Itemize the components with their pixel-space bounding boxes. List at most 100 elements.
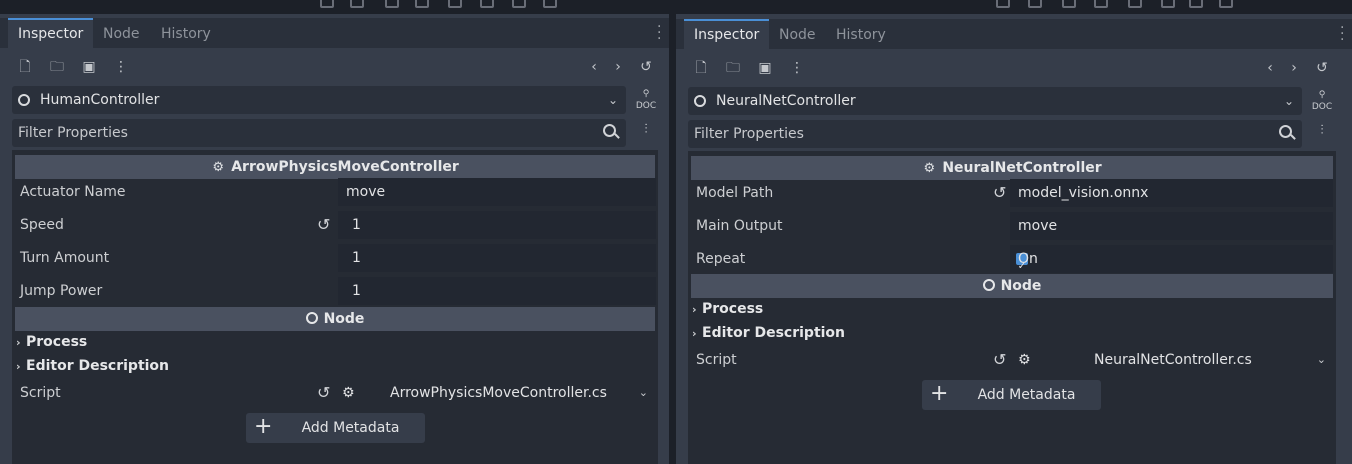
reset-icon[interactable]: ↺ — [993, 344, 1006, 376]
script-picker[interactable]: ⚙ ArrowPhysicsMoveController.cs ⌄ — [338, 377, 658, 409]
chevron-left-icon[interactable]: ‹ — [1261, 59, 1279, 77]
property-label: Main Output — [696, 218, 783, 234]
group-label: Editor Description — [26, 358, 170, 374]
tab-node[interactable]: Node — [93, 20, 150, 48]
chevron-down-icon: ⌄ — [607, 93, 618, 107]
object-selector[interactable]: NeuralNetController ⌄ — [688, 87, 1302, 115]
toolbar-icon[interactable] — [1062, 0, 1076, 8]
toolbar-icon[interactable] — [1161, 0, 1175, 8]
node-section-header: Node — [15, 307, 655, 331]
object-name: NeuralNetController — [716, 93, 856, 109]
section-title: NeuralNetController — [942, 160, 1102, 176]
tab-inspector[interactable]: Inspector — [8, 18, 94, 50]
toolbar-icon[interactable] — [1028, 0, 1042, 8]
property-script: Script ↺ ⚙ ArrowPhysicsMoveController.cs… — [12, 377, 658, 409]
chevron-right-icon[interactable]: › — [609, 58, 627, 76]
jump-power-field[interactable]: 1 — [338, 277, 656, 305]
script-picker[interactable]: ⚙ NeuralNetController.cs ⌄ — [1014, 344, 1336, 376]
toolbar-icon[interactable] — [1219, 0, 1233, 8]
object-selector[interactable]: HumanController ⌄ — [12, 86, 626, 114]
open-icon[interactable]: 🗀 — [48, 58, 66, 76]
inspector-content: ⚙ ArrowPhysicsMoveController Actuator Nam… — [12, 150, 658, 464]
section-title: ArrowPhysicsMoveController — [231, 159, 459, 175]
history-icon[interactable]: ↺ — [1313, 59, 1331, 77]
speed-field[interactable]: 1 — [338, 211, 656, 239]
chevron-right-icon: › — [16, 360, 21, 373]
chevron-left-icon[interactable]: ‹ — [585, 58, 603, 76]
property-model-path: Model Path ↺ model_vision.onnx — [688, 177, 1336, 209]
script-gear-icon: ⚙ — [342, 385, 355, 401]
filter-properties-input[interactable]: Filter Properties — [12, 119, 626, 147]
filter-properties-input[interactable]: Filter Properties — [688, 120, 1302, 148]
tab-history[interactable]: History — [826, 21, 896, 49]
inspector-content: ⚙ NeuralNetController Model Path ↺ model_… — [688, 151, 1336, 464]
filter-options-icon[interactable]: ⫶ — [636, 122, 656, 142]
process-group[interactable]: › Process — [688, 297, 1336, 321]
property-value: 1 — [352, 250, 361, 266]
property-jump-power: Jump Power 1 — [12, 275, 658, 307]
section-title: Node — [1000, 278, 1042, 294]
toolbar-icon[interactable] — [512, 0, 526, 8]
toolbar-icon[interactable] — [543, 0, 557, 8]
toolbar-icon[interactable] — [320, 0, 334, 8]
section-title: Node — [323, 311, 365, 327]
group-label: Process — [26, 334, 88, 350]
chevron-right-icon: › — [16, 336, 21, 349]
node-icon — [694, 95, 706, 107]
reset-icon[interactable]: ↺ — [317, 209, 330, 241]
editor-toolbar-strip — [0, 0, 669, 14]
open-icon[interactable]: 🗀 — [724, 59, 742, 77]
doc-icon[interactable]: ⚲ DOC — [635, 88, 657, 112]
editor-description-group[interactable]: › Editor Description — [12, 354, 658, 378]
model-path-field[interactable]: model_vision.onnx — [1010, 179, 1333, 207]
inspector-toolbar: 🗋 🗀 ▣ ⋮ ‹ › ↺ — [676, 53, 1352, 83]
inspector-panel-left: Inspector Node History · · · 🗋 🗀 ▣ ⋮ ‹ › ↺… — [0, 0, 669, 464]
toolbar-icon[interactable] — [1128, 0, 1142, 8]
editor-description-group[interactable]: › Editor Description — [688, 321, 1336, 345]
chevron-right-icon: › — [692, 327, 697, 340]
main-output-field[interactable]: move — [1010, 212, 1333, 240]
doc-icon[interactable]: ⚲ DOC — [1311, 89, 1333, 113]
property-value: model_vision.onnx — [1018, 185, 1149, 201]
repeat-checkbox[interactable]: ✓ On — [1010, 245, 1333, 273]
toolbar-icon[interactable] — [385, 0, 399, 8]
actuator-name-field[interactable]: move — [338, 178, 656, 206]
toolbar-icon[interactable] — [480, 0, 494, 8]
tab-history[interactable]: History — [151, 20, 221, 48]
filter-options-icon[interactable]: ⫶ — [1312, 123, 1332, 143]
add-metadata-label: Add Metadata — [301, 420, 400, 436]
toolbar-icon[interactable] — [1094, 0, 1108, 8]
property-label: Model Path — [696, 185, 774, 201]
turn-amount-field[interactable]: 1 — [338, 244, 656, 272]
toolbar-icon[interactable] — [415, 0, 429, 8]
chevron-down-icon: ⌄ — [1316, 353, 1326, 366]
toolbar-icon[interactable] — [448, 0, 462, 8]
search-icon — [1279, 125, 1292, 138]
history-icon[interactable]: ↺ — [637, 58, 655, 76]
add-metadata-button[interactable]: + Add Metadata — [246, 413, 425, 443]
dock-menu-icon[interactable]: · · · — [1340, 21, 1344, 47]
toolbar-icon[interactable] — [996, 0, 1010, 8]
add-metadata-button[interactable]: + Add Metadata — [922, 380, 1101, 410]
reset-icon[interactable]: ↺ — [993, 177, 1006, 209]
save-icon[interactable]: ▣ — [80, 58, 98, 76]
inspector-toolbar: 🗋 🗀 ▣ ⋮ ‹ › ↺ — [0, 52, 669, 82]
chevron-right-icon[interactable]: › — [1285, 59, 1303, 77]
chevron-right-icon: › — [692, 303, 697, 316]
more-icon[interactable]: ⋮ — [112, 58, 130, 76]
dock-menu-icon[interactable]: · · · — [657, 20, 661, 46]
property-label: Script — [696, 352, 737, 368]
process-group[interactable]: › Process — [12, 330, 658, 354]
tab-node[interactable]: Node — [769, 21, 826, 49]
new-resource-icon[interactable]: 🗋 — [692, 59, 710, 77]
more-icon[interactable]: ⋮ — [788, 59, 806, 77]
property-script: Script ↺ ⚙ NeuralNetController.cs ⌄ — [688, 344, 1336, 376]
new-resource-icon[interactable]: 🗋 — [16, 58, 34, 76]
toolbar-icon[interactable] — [1189, 0, 1203, 8]
reset-icon[interactable]: ↺ — [317, 377, 330, 409]
filter-placeholder: Filter Properties — [694, 126, 804, 142]
toolbar-icon[interactable] — [350, 0, 364, 8]
property-label: Turn Amount — [20, 250, 110, 266]
tab-inspector[interactable]: Inspector — [684, 19, 770, 51]
save-icon[interactable]: ▣ — [756, 59, 774, 77]
